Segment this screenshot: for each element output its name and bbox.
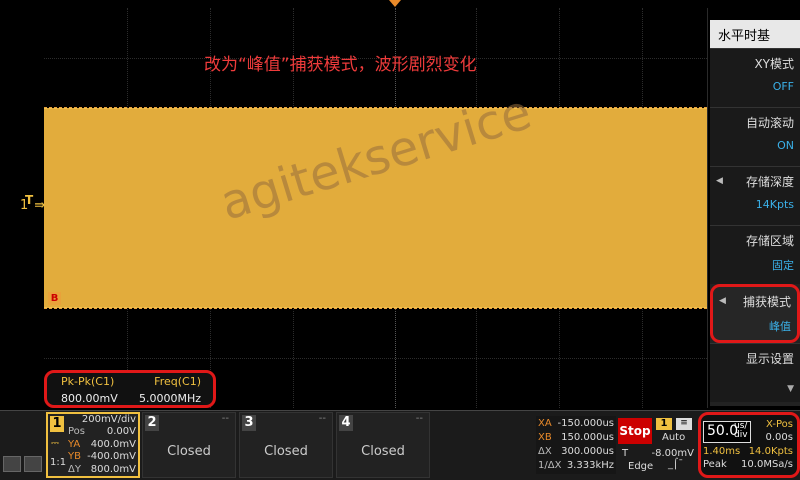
menu-item-label: 显示设置 xyxy=(745,352,794,366)
channel-4-panel[interactable]: 4 -- Closed xyxy=(336,412,430,478)
menu-title: 水平时基 xyxy=(710,20,800,48)
xb-value: 150.000us xyxy=(561,432,614,443)
triangle-left-icon: ◀ xyxy=(716,176,723,186)
measurement-header-freq: Freq(C1) xyxy=(154,375,201,388)
triangle-down-icon: ▼ xyxy=(787,384,794,394)
probe-ratio: 1:1 xyxy=(50,457,67,468)
menu-item-label: 存储深度 xyxy=(745,175,794,189)
menu-item-value: 固定 xyxy=(772,259,794,272)
xb-label: XB xyxy=(538,432,552,443)
channel-number: 4 xyxy=(339,415,353,431)
trigger-level-marker: T xyxy=(25,193,34,207)
menu-item-value: ON xyxy=(777,139,794,152)
run-stop-button[interactable]: Stop xyxy=(618,418,652,444)
menu-item-memory-depth[interactable]: ◀ 存储深度 14Kpts xyxy=(710,166,800,225)
menu-item-label: 存储区域 xyxy=(745,234,794,248)
menu-item-display-settings[interactable]: 显示设置 ▼ xyxy=(710,343,800,402)
inv-dx-value: 3.333kHz xyxy=(566,460,614,471)
channel-number: 2 xyxy=(145,415,159,431)
menu-item-xy-mode[interactable]: XY模式 OFF xyxy=(710,48,800,107)
rising-edge-icon: _⌠¯ xyxy=(668,459,684,470)
ya-label: YA xyxy=(68,439,81,450)
channel-state: Closed xyxy=(167,444,211,459)
network-icon[interactable] xyxy=(3,456,21,472)
menu-item-value: 14Kpts xyxy=(755,198,794,211)
acquire-mode: Peak xyxy=(703,459,727,470)
timebase-panel[interactable]: 50.0 us/ div X-Pos 0.00s 1.40ms 14.0Kpts… xyxy=(698,412,800,478)
dy-value: 800.0mV xyxy=(90,464,136,475)
menu-item-label: 自动滚动 xyxy=(745,116,794,130)
channel-3-panel[interactable]: 3 -- Closed xyxy=(239,412,333,478)
measurement-value-freq: 5.0000MHz xyxy=(138,392,201,405)
menu-item-value: OFF xyxy=(772,80,794,93)
xpos-value: 0.00s xyxy=(765,432,793,443)
trigger-t-label: T xyxy=(622,448,629,459)
trigger-mode[interactable]: Auto xyxy=(662,432,685,443)
cursor-b-line[interactable] xyxy=(44,308,707,309)
measurement-panel[interactable]: Pk-Pk(C1) Freq(C1) 800.00mV 5.0000MHz xyxy=(44,370,216,408)
ya-value: 400.0mV xyxy=(90,439,136,450)
coupling-dc-icon: ⎓ xyxy=(51,438,59,449)
menu-item-value: 峰值 xyxy=(769,320,791,333)
sample-depth: 14.0Kpts xyxy=(748,446,793,457)
yb-value: -400.0mV xyxy=(87,451,136,462)
menu-item-acquire-mode[interactable]: ◀ 捕获模式 峰值 xyxy=(710,284,800,343)
grid-line xyxy=(44,358,707,359)
dx-value: 300.000us xyxy=(561,446,614,457)
menu-item-auto-roll[interactable]: 自动滚动 ON xyxy=(710,107,800,166)
trigger-panel[interactable]: T -8.00mV Edge _⌠¯ xyxy=(618,446,694,474)
measurement-value-pkpk: 800.00mV xyxy=(61,392,118,405)
xpos-label: X-Pos xyxy=(766,419,793,430)
waveform-display[interactable]: B 改为“峰值”捕获模式，波形剧烈变化 agitekservice xyxy=(44,0,708,408)
channel-number: 3 xyxy=(242,415,256,431)
time-window: 1.40ms xyxy=(703,446,741,457)
side-menu: 水平时基 XY模式 OFF 自动滚动 ON ◀ 存储深度 14Kpts 存储区域… xyxy=(710,20,800,406)
timebase-unit-bottom: div xyxy=(734,430,748,440)
xa-label: XA xyxy=(538,418,552,429)
pos-label: Pos xyxy=(68,426,86,437)
channel-scale: -- xyxy=(415,413,423,424)
pos-value: 0.00V xyxy=(106,426,136,437)
channel-number: 1 xyxy=(50,416,64,432)
storage-icon[interactable] xyxy=(24,456,42,472)
channel-state: Closed xyxy=(361,444,405,459)
trigger-level: -8.00mV xyxy=(651,448,694,459)
trigger-source[interactable]: 1 xyxy=(656,418,672,430)
channel-scale: -- xyxy=(221,413,229,424)
dx-label: ΔX xyxy=(538,446,552,457)
trigger-position-marker[interactable] xyxy=(389,0,401,7)
triangle-left-icon: ◀ xyxy=(719,296,726,306)
trigger-coupling-icon: ≡ xyxy=(676,418,692,430)
channel-state: Closed xyxy=(264,444,308,459)
inv-dx-label: 1/ΔX xyxy=(538,460,562,471)
cursor-a-line[interactable] xyxy=(44,107,707,108)
trigger-type: Edge xyxy=(628,461,654,472)
cursor-b-marker[interactable]: B xyxy=(48,292,61,305)
arrow-right-icon: ⇛ xyxy=(34,198,46,213)
xa-value: -150.000us xyxy=(557,418,614,429)
channel-1-offset-marker[interactable]: 1 T ⇛ xyxy=(20,193,46,213)
channel-scale: -- xyxy=(318,413,326,424)
dy-label: ΔY xyxy=(68,464,81,475)
channel-2-panel[interactable]: 2 -- Closed xyxy=(142,412,236,478)
menu-item-label: 捕获模式 xyxy=(742,295,791,309)
annotation-text: 改为“峰值”捕获模式，波形剧烈变化 xyxy=(204,55,477,75)
cursor-readout[interactable]: XA -150.000us XB 150.000us ΔX 300.000us … xyxy=(536,416,616,474)
sample-rate: 10.0MSa/s xyxy=(741,459,793,470)
channel-scale: 200mV/div xyxy=(81,414,136,425)
channel-1-panel[interactable]: 1 200mV/div Pos 0.00V YA 400.0mV YB -400… xyxy=(46,412,140,478)
measurement-header-pkpk: Pk-Pk(C1) xyxy=(61,375,115,388)
menu-item-memory-area[interactable]: 存储区域 固定 xyxy=(710,225,800,284)
menu-item-label: XY模式 xyxy=(754,57,794,71)
yb-label: YB xyxy=(68,451,81,462)
